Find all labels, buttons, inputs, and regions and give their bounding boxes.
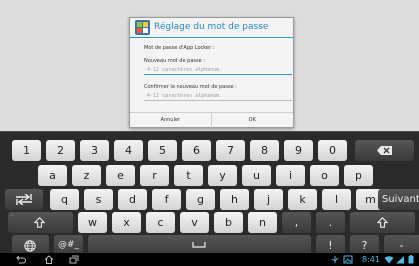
key-a[interactable]: a bbox=[38, 165, 67, 186]
image-icon bbox=[343, 255, 353, 264]
key-f[interactable]: f bbox=[152, 189, 181, 210]
new-password-input[interactable]: 4-12 caractères alphanum. bbox=[144, 66, 292, 75]
backspace-icon bbox=[377, 146, 392, 155]
tab-icon bbox=[16, 194, 32, 205]
key-j[interactable]: j bbox=[254, 189, 283, 210]
shift-icon bbox=[377, 217, 388, 228]
key-t[interactable]: t bbox=[174, 165, 203, 186]
key-o[interactable]: o bbox=[310, 165, 339, 186]
back-icon[interactable] bbox=[16, 255, 26, 264]
key-8[interactable]: 8 bbox=[250, 140, 279, 161]
key-u[interactable]: u bbox=[242, 165, 271, 186]
key-3[interactable]: 3 bbox=[80, 140, 109, 161]
key-v[interactable]: v bbox=[180, 212, 209, 233]
key-6[interactable]: 6 bbox=[182, 140, 211, 161]
backspace-key[interactable] bbox=[355, 140, 414, 161]
battery-icon bbox=[408, 255, 414, 264]
key-r[interactable]: r bbox=[140, 165, 169, 186]
password-dialog: Réglage du mot de passe Mot de passe d'A… bbox=[129, 17, 294, 128]
suivant-key[interactable]: Suivant bbox=[378, 189, 419, 210]
space-bar-icon bbox=[192, 242, 206, 248]
key-s[interactable]: s bbox=[84, 189, 113, 210]
key-l[interactable]: l bbox=[322, 189, 351, 210]
dialog-title: Réglage du mot de passe bbox=[154, 22, 269, 32]
confirm-password-label: Confirmer le nouveau mot de passe : bbox=[144, 84, 237, 90]
shift-key-right[interactable] bbox=[350, 212, 415, 233]
tab-key[interactable] bbox=[5, 189, 43, 210]
key-9[interactable]: 9 bbox=[284, 140, 313, 161]
key-y[interactable]: y bbox=[208, 165, 237, 186]
navigation-bar: 8:41 bbox=[0, 253, 419, 266]
new-password-label: Nouveau mot de passe : bbox=[144, 58, 205, 64]
key-d[interactable]: d bbox=[118, 189, 147, 210]
key-c[interactable]: c bbox=[146, 212, 175, 233]
dialog-actions: Annuler OK bbox=[130, 112, 294, 128]
key-e[interactable]: e bbox=[106, 165, 135, 186]
key-w[interactable]: w bbox=[78, 212, 107, 233]
key-p[interactable]: p bbox=[344, 165, 373, 186]
confirm-password-input[interactable]: 4-12 caractères alphanum. bbox=[144, 92, 292, 101]
key-k[interactable]: k bbox=[288, 189, 317, 210]
dialog-header: Réglage du mot de passe bbox=[130, 18, 293, 38]
key-n[interactable]: n bbox=[248, 212, 277, 233]
key-comma[interactable]: , bbox=[282, 212, 311, 233]
shift-icon bbox=[34, 217, 45, 228]
key-h[interactable]: h bbox=[220, 189, 249, 210]
key-7[interactable]: 7 bbox=[216, 140, 245, 161]
key-period[interactable]: . bbox=[316, 212, 345, 233]
key-x[interactable]: x bbox=[112, 212, 141, 233]
ok-button[interactable]: OK bbox=[212, 113, 294, 128]
status-clock: 8:41 bbox=[362, 255, 380, 264]
app-locker-icon bbox=[135, 20, 150, 35]
key-g[interactable]: g bbox=[186, 189, 215, 210]
key-1[interactable]: 1 bbox=[12, 140, 41, 161]
dialog-subtitle: Mot de passe d'App Locker : bbox=[144, 45, 215, 51]
wifi-icon bbox=[384, 256, 394, 264]
recent-apps-icon[interactable] bbox=[69, 255, 79, 264]
cancel-button[interactable]: Annuler bbox=[130, 113, 212, 128]
key-i[interactable]: i bbox=[276, 165, 305, 186]
usb-icon bbox=[331, 256, 339, 263]
soft-keyboard: 1 2 3 4 5 6 7 8 9 0 a z e r t y u i o p … bbox=[0, 131, 419, 256]
shift-key-left[interactable]: - bbox=[8, 212, 73, 233]
key-b[interactable]: b bbox=[214, 212, 243, 233]
home-icon[interactable] bbox=[44, 255, 54, 264]
signal-icon bbox=[396, 256, 404, 264]
key-2[interactable]: 2 bbox=[46, 140, 75, 161]
key-5[interactable]: 5 bbox=[148, 140, 177, 161]
key-z[interactable]: z bbox=[72, 165, 101, 186]
globe-icon bbox=[24, 240, 36, 252]
key-q[interactable]: q bbox=[50, 189, 79, 210]
key-4[interactable]: 4 bbox=[114, 140, 143, 161]
key-0[interactable]: 0 bbox=[318, 140, 347, 161]
